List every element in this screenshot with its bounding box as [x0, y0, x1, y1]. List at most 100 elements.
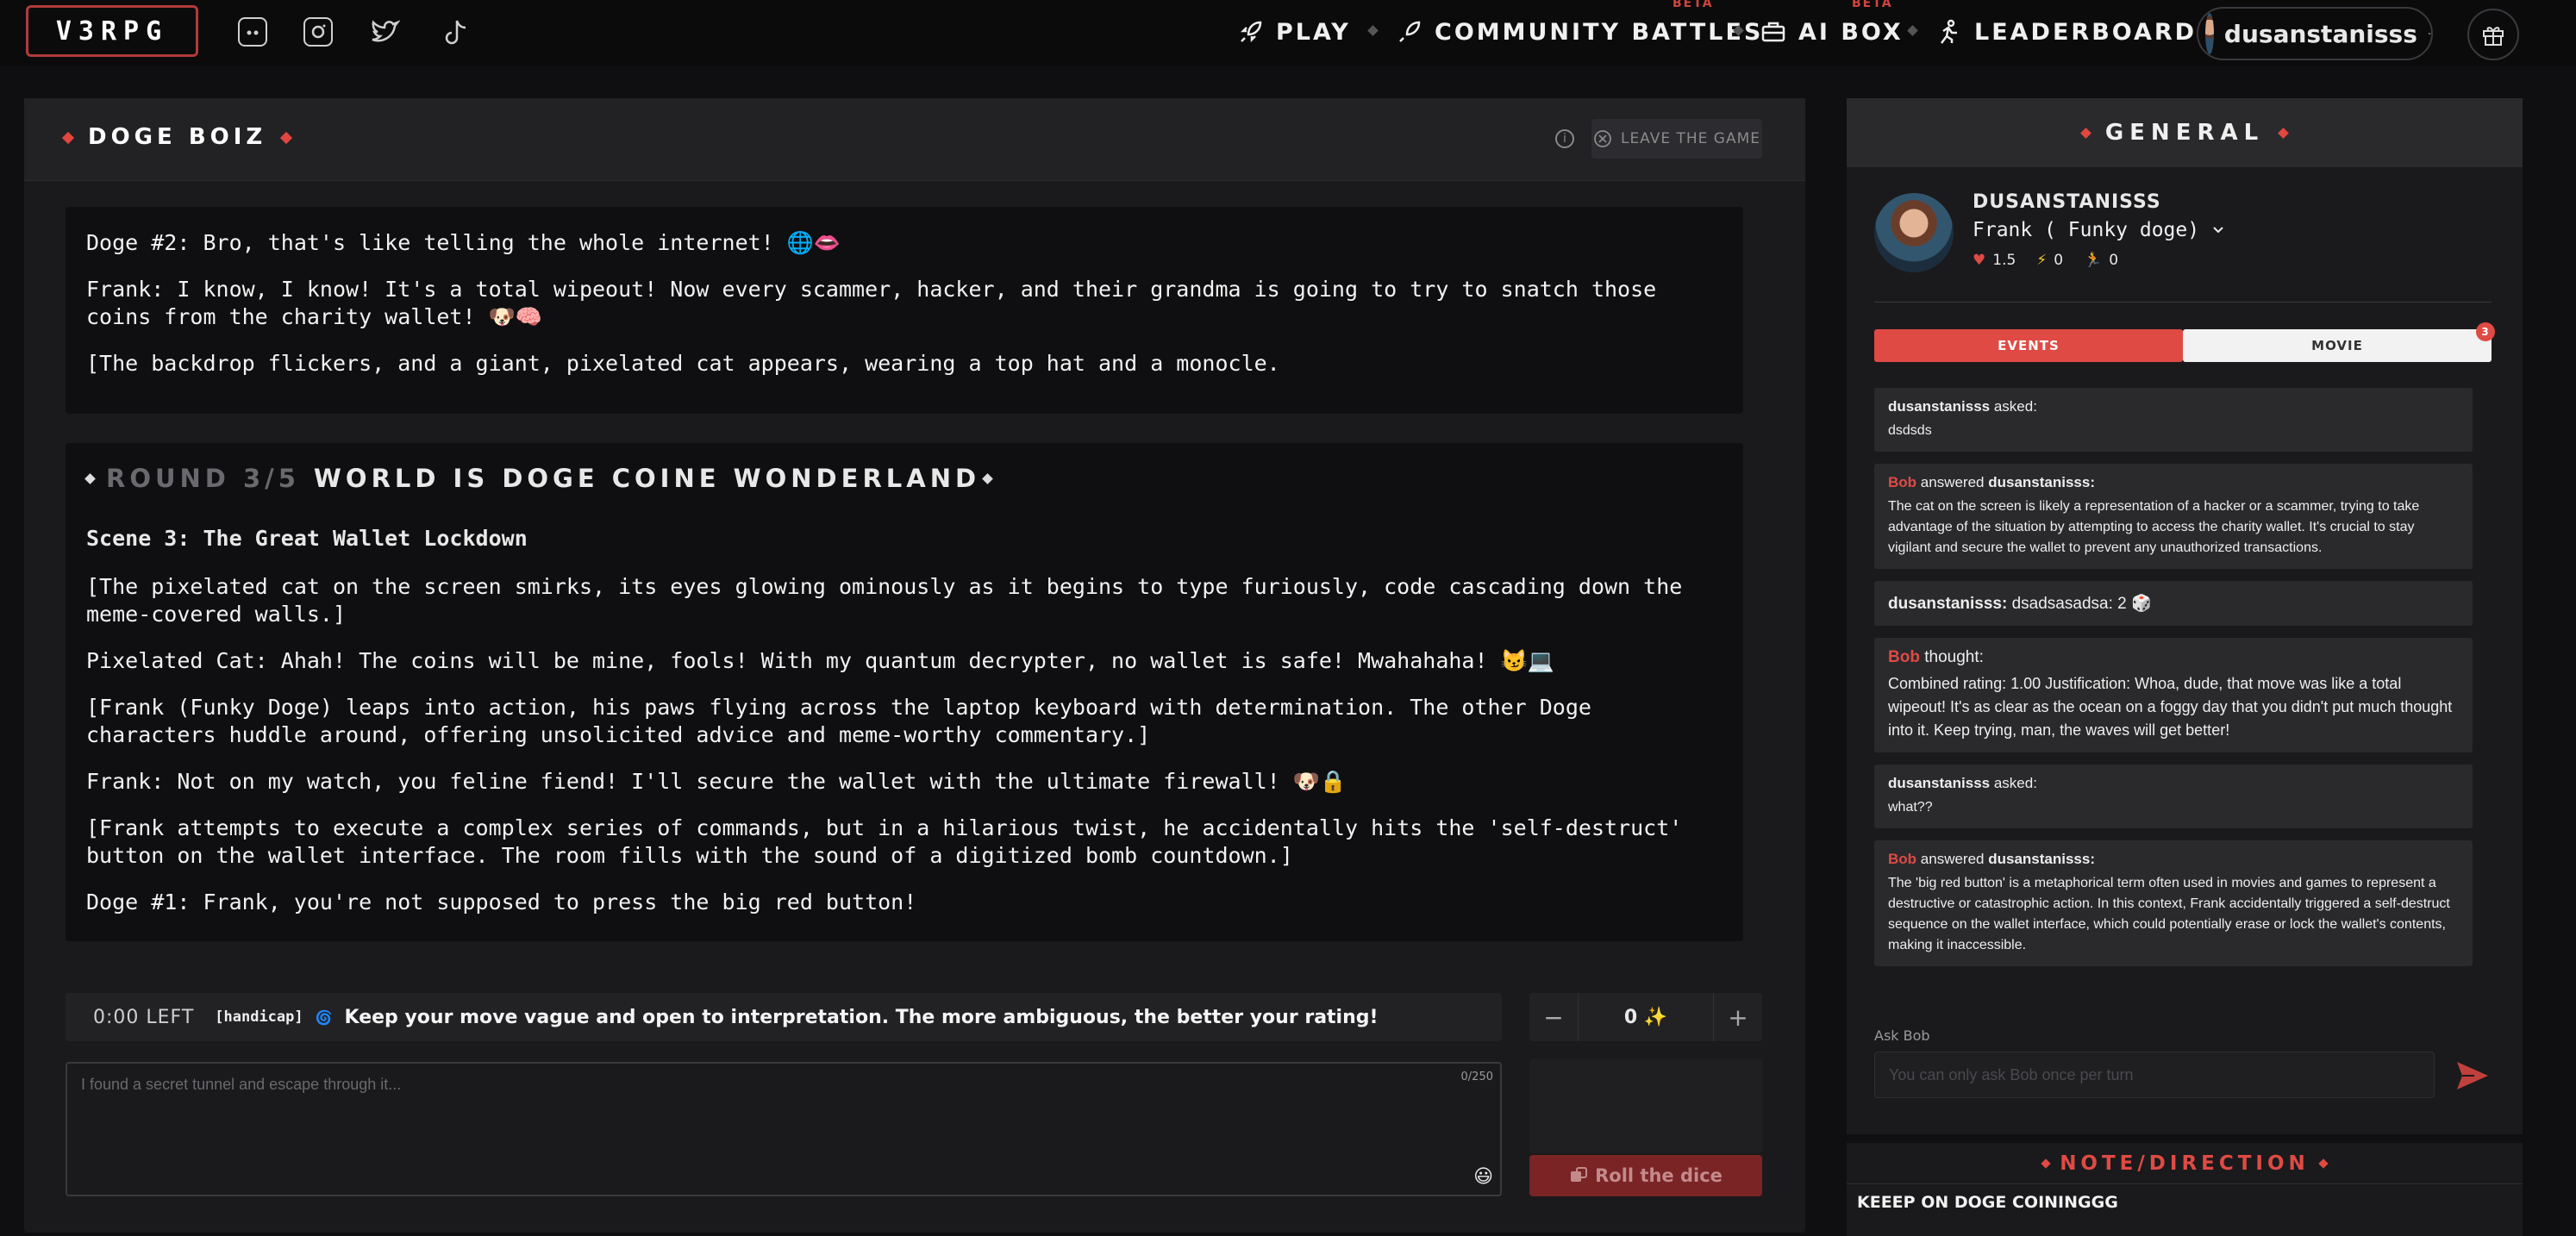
nav-ai-box[interactable]: AI BOX: [1760, 12, 1904, 52]
hearts-stat: ♥ 1.5: [1973, 252, 2016, 269]
round-panel: ROUND 3/5 WORLD IS DOGE COINE WONDERLAND…: [66, 443, 1743, 941]
roll-dice-label: Roll the dice: [1595, 1165, 1723, 1186]
avatar: [2205, 13, 2214, 54]
runner-icon: 🏃: [2084, 252, 2103, 269]
heart-icon: ♥: [1973, 252, 1986, 269]
tiktok-icon[interactable]: [443, 17, 471, 48]
gift-icon: [2483, 27, 2504, 46]
event-item: dusanstanisss: dsadsasadsa: 2 🎲: [1874, 581, 2473, 626]
diamond-icon: [61, 131, 75, 144]
ask-bob-input[interactable]: [1875, 1052, 2434, 1097]
hearts-value: 1.5: [1992, 252, 2016, 269]
story-line: Doge #1: Frank, you're not supposed to p…: [86, 890, 917, 915]
story-log: Doge #2: Bro, that's like telling the wh…: [66, 207, 1743, 414]
user-name: dusanstanisss: [2223, 19, 2417, 48]
beta-badge: BETA: [1673, 0, 1714, 10]
ask-bob-label: Ask Bob: [1874, 1027, 1930, 1044]
story-line: Doge #2: Bro, that's like telling the wh…: [86, 230, 841, 255]
note-header: NOTE/DIRECTION: [1847, 1143, 2523, 1184]
event-action: thought:: [1924, 648, 1984, 666]
nav-leaderboard-label: LEADERBOARD: [1974, 18, 2198, 46]
bonus-stepper: − 0 ✨ +: [1529, 993, 1762, 1041]
diamond-icon: [2079, 127, 2091, 139]
logo-text: V3RPG: [55, 16, 169, 47]
send-button[interactable]: [2454, 1057, 2492, 1095]
gift-button[interactable]: [2467, 9, 2519, 60]
move-input[interactable]: [67, 1064, 1500, 1195]
story-line: [Frank (Funky Doge) leaps into action, h…: [86, 695, 1591, 747]
info-icon[interactable]: i: [1555, 129, 1574, 148]
handicap-tag: [handicap]: [215, 1008, 303, 1026]
character-select[interactable]: Frank ( Funky doge): [1973, 219, 2225, 241]
divider: [1874, 302, 2492, 303]
move-input-box: 0/250 😃: [66, 1062, 1502, 1196]
emoji-picker-icon[interactable]: 😃: [1473, 1166, 1493, 1188]
player-avatar: [1874, 193, 1954, 272]
general-title: GENERAL: [2104, 120, 2265, 146]
stepper-value: 0 ✨: [1578, 993, 1714, 1041]
beta-badge: BETA: [1852, 0, 1893, 10]
send-icon: [2457, 1062, 2488, 1089]
decrement-button[interactable]: −: [1529, 993, 1578, 1041]
roll-dice-button[interactable]: Roll the dice: [1529, 1155, 1762, 1196]
nav-leaderboard[interactable]: LEADERBOARD: [1936, 12, 2197, 52]
notification-badge: 3: [2476, 322, 2495, 341]
tab-movie[interactable]: MOVIE 3: [2183, 322, 2495, 362]
character-name: Frank ( Funky doge): [1973, 219, 2200, 241]
event-user: dusanstanisss:: [1888, 595, 2008, 613]
tab-movie-label: MOVIE: [2311, 338, 2363, 353]
tab-events[interactable]: EVENTS: [1874, 329, 2183, 362]
story-line: [The backdrop flickers, and a giant, pix…: [86, 351, 1280, 376]
event-user: dusanstanisss:: [1988, 851, 2095, 867]
event-bot: Bob: [1888, 648, 1920, 666]
diamond-icon: [2041, 1158, 2051, 1169]
instagram-icon[interactable]: [303, 17, 333, 47]
discord-icon[interactable]: [238, 17, 267, 47]
player-stats: ♥ 1.5 ⚡ 0 🏃 0: [1973, 252, 2118, 269]
event-item: dusanstanisss asked: what??: [1874, 765, 2473, 828]
event-item: Bob answered dusanstanisss: The cat on t…: [1874, 464, 2473, 569]
event-action: answered: [1920, 474, 1985, 490]
note-title: NOTE/DIRECTION: [2060, 1152, 2310, 1175]
logo[interactable]: V3RPG: [26, 5, 198, 57]
scene-title: Scene 3: The Great Wallet Lockdown: [86, 526, 528, 551]
nav-community-battles[interactable]: COMMUNITY BATTLES: [1397, 12, 1763, 52]
event-body: what??: [1888, 800, 1933, 815]
note-text: KEEEP ON DOGE COININGGG: [1857, 1193, 2118, 1212]
leave-game-button[interactable]: LEAVE THE GAME: [1591, 119, 1762, 159]
timer: 0:00 LEFT: [93, 1006, 195, 1028]
story-line: Frank: Not on my watch, you feline fiend…: [86, 769, 1347, 794]
event-body: dsdsds: [1888, 423, 1932, 438]
char-counter: 0/250: [1460, 1071, 1493, 1083]
chevron-down-icon: [2428, 33, 2431, 34]
round-heading: ROUND 3/5 WORLD IS DOGE COINE WONDERLAND: [84, 464, 1723, 493]
diamond-icon: [2318, 1158, 2329, 1169]
event-user: dusanstanisss: [1888, 775, 1991, 791]
nav-battles-label: COMMUNITY BATTLES: [1435, 18, 1764, 46]
story-line: Frank: I know, I know! It's a total wipe…: [86, 277, 1657, 329]
diamond-icon: [2278, 127, 2290, 139]
dice-icon: [1571, 1167, 1588, 1182]
nav-play-label: PLAY: [1276, 18, 1351, 46]
runner-value: 0: [2109, 252, 2119, 269]
user-menu[interactable]: dusanstanisss: [2197, 7, 2433, 60]
lightning-icon: ⚡: [2036, 252, 2048, 269]
toolbox-icon: [1761, 22, 1785, 42]
nav-aibox-label: AI BOX: [1798, 18, 1904, 46]
event-body: The cat on the screen is likely a repres…: [1888, 499, 2420, 555]
increment-button[interactable]: +: [1714, 993, 1762, 1041]
event-user: dusanstanisss: [1888, 398, 1991, 415]
energy-stat: ⚡ 0: [2036, 252, 2063, 269]
runner-stat: 🏃 0: [2084, 252, 2118, 269]
twitter-icon[interactable]: [369, 17, 401, 47]
game-title: DOGE BOIZ: [61, 124, 306, 150]
rocket-icon: [1240, 21, 1262, 43]
game-title-text: DOGE BOIZ: [88, 124, 267, 150]
diamond-icon: [280, 131, 293, 144]
handicap-hint: Keep your move vague and open to interpr…: [344, 1006, 1379, 1028]
diamond-icon: [982, 472, 993, 484]
event-item: dusanstanisss asked: dsdsds: [1874, 388, 2473, 452]
move-hint-bar: 0:00 LEFT [handicap] 🌀 Keep your move va…: [66, 993, 1502, 1041]
nav-play[interactable]: PLAY: [1238, 12, 1351, 52]
close-circle-icon: [1594, 130, 1611, 147]
